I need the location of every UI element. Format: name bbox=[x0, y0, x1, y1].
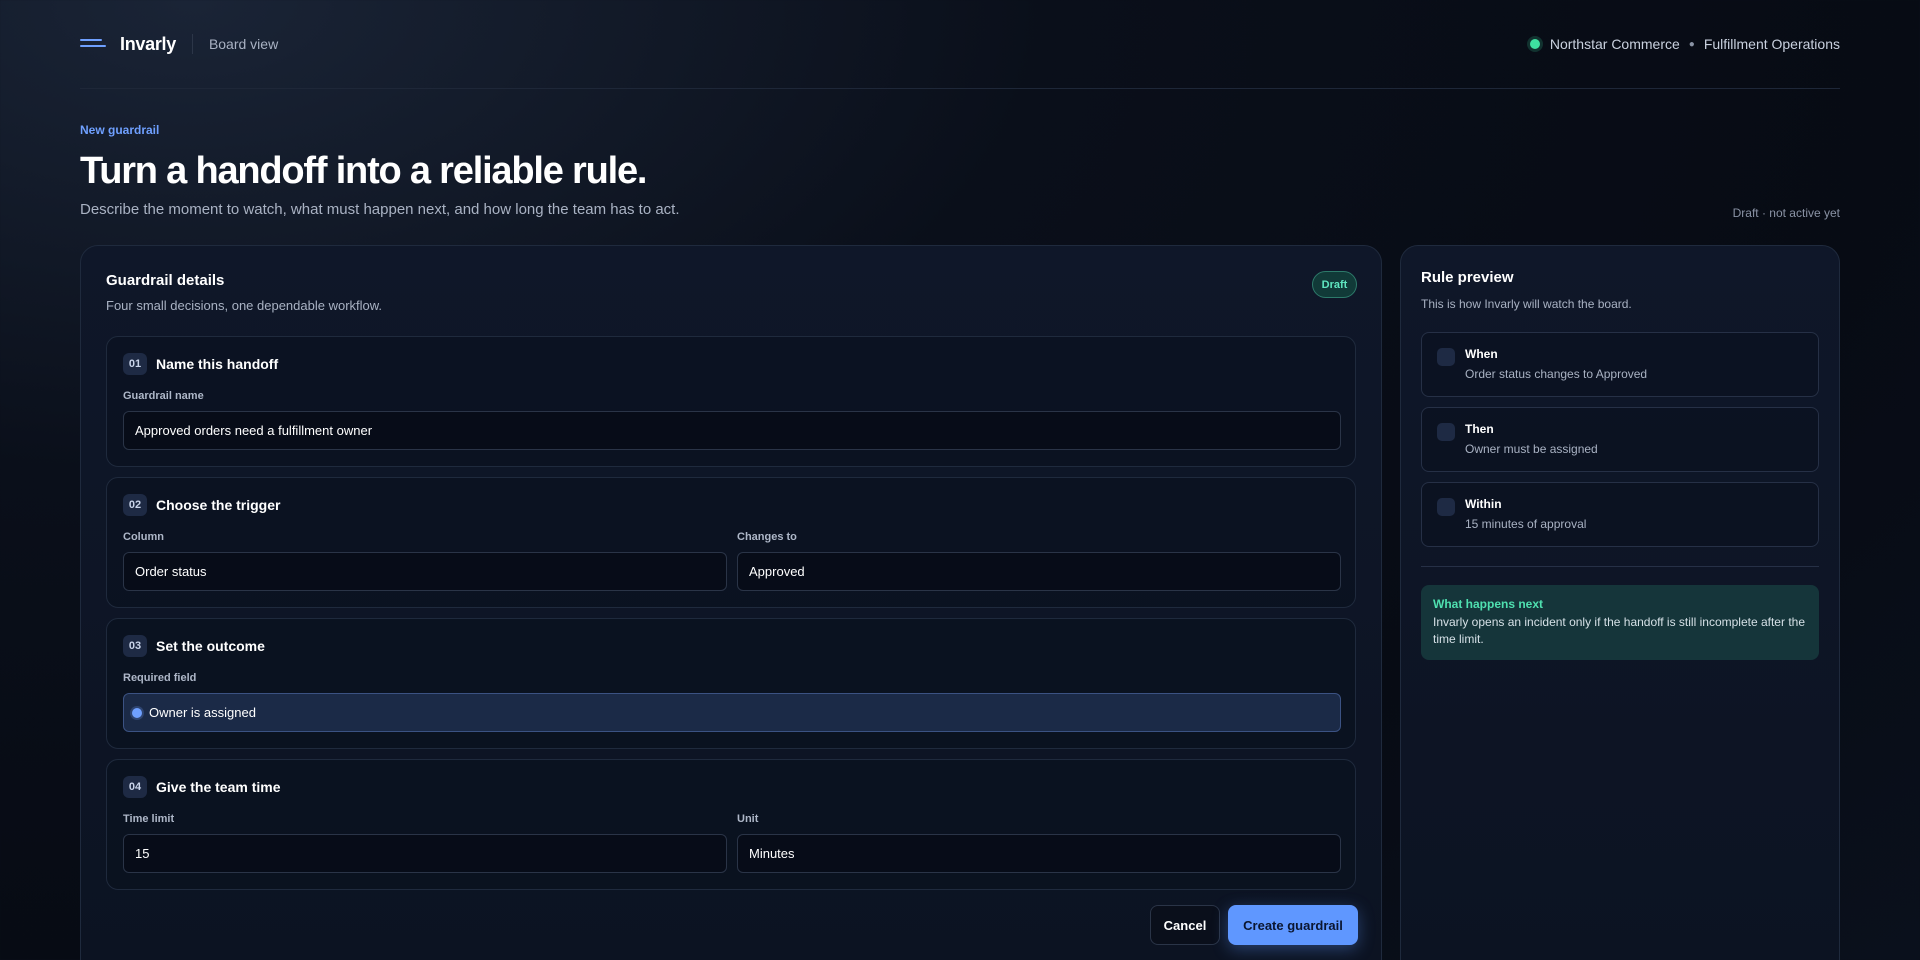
section-set-outcome: 03 Set the outcome Required field Owner … bbox=[106, 618, 1356, 749]
create-guardrail-button[interactable]: Create guardrail bbox=[1228, 905, 1358, 945]
workspace-switcher[interactable]: Northstar Commerce ● Fulfillment Operati… bbox=[1529, 36, 1840, 52]
required-field-label: Required field bbox=[123, 672, 197, 684]
preview-item-within: Within 15 minutes of approval bbox=[1421, 482, 1819, 547]
section-name-handoff: 01 Name this handoff Guardrail name Appr… bbox=[106, 336, 1356, 467]
preview-divider bbox=[1421, 566, 1819, 567]
cancel-button[interactable]: Cancel bbox=[1150, 905, 1220, 945]
section-title: Choose the trigger bbox=[156, 497, 281, 513]
required-field-option-label: Owner is assigned bbox=[149, 705, 256, 720]
workspace-name: Northstar Commerce bbox=[1549, 36, 1680, 52]
section-choose-trigger: 02 Choose the trigger Column Order statu… bbox=[106, 477, 1356, 608]
draft-status-note: Draft · not active yet bbox=[1732, 206, 1840, 220]
guardrail-name-label: Guardrail name bbox=[123, 390, 204, 402]
brand-divider bbox=[191, 34, 193, 54]
when-icon bbox=[1437, 348, 1455, 366]
preview-item-value: Order status changes to Approved bbox=[1465, 367, 1648, 381]
page-eyebrow: New guardrail bbox=[80, 123, 160, 137]
preview-item-when: When Order status changes to Approved bbox=[1421, 332, 1819, 397]
preview-item-value: 15 minutes of approval bbox=[1465, 517, 1587, 531]
separator-dot-icon: ● bbox=[1688, 38, 1695, 50]
column-label: Column bbox=[123, 531, 164, 543]
step-number: 02 bbox=[123, 494, 147, 516]
within-icon bbox=[1437, 498, 1455, 516]
view-label[interactable]: Board view bbox=[209, 36, 278, 52]
section-title: Set the outcome bbox=[156, 638, 265, 654]
top-bar: Invarly Board view Northstar Commerce ● … bbox=[80, 0, 1840, 89]
then-icon bbox=[1437, 423, 1455, 441]
preview-item-value: Owner must be assigned bbox=[1465, 442, 1598, 456]
what-happens-next-callout: What happens next Invarly opens an incid… bbox=[1421, 585, 1819, 660]
section-team-time: 04 Give the team time Time limit 15 Unit… bbox=[106, 759, 1356, 890]
time-limit-label: Time limit bbox=[123, 813, 175, 825]
step-number: 01 bbox=[123, 353, 147, 375]
preview-title: Rule preview bbox=[1421, 269, 1514, 286]
callout-title: What happens next bbox=[1433, 597, 1544, 611]
card-title: Guardrail details bbox=[106, 272, 225, 289]
page-subtitle: Describe the moment to watch, what must … bbox=[80, 201, 680, 218]
changes-to-label: Changes to bbox=[737, 531, 797, 543]
status-dot-icon bbox=[1529, 39, 1540, 49]
step-number: 03 bbox=[123, 635, 147, 657]
changes-to-select[interactable]: Approved bbox=[737, 552, 1341, 591]
preview-item-then: Then Owner must be assigned bbox=[1421, 407, 1819, 472]
unit-select[interactable]: Minutes bbox=[737, 834, 1341, 873]
card-subtitle: Four small decisions, one dependable wor… bbox=[106, 298, 383, 313]
preview-item-label: When bbox=[1465, 347, 1498, 361]
preview-subtitle: This is how Invarly will watch the board… bbox=[1421, 297, 1632, 311]
section-title: Give the team time bbox=[156, 779, 281, 795]
time-limit-input[interactable]: 15 bbox=[123, 834, 727, 873]
required-field-option[interactable]: Owner is assigned bbox=[123, 693, 1341, 732]
preview-item-label: Within bbox=[1465, 497, 1502, 511]
rule-preview-panel: Rule preview This is how Invarly will wa… bbox=[1400, 245, 1840, 960]
brand-name: Invarly bbox=[120, 33, 176, 54]
unit-label: Unit bbox=[737, 813, 759, 825]
logo-icon bbox=[80, 37, 106, 51]
column-select[interactable]: Order status bbox=[123, 552, 727, 591]
callout-text: Invarly opens an incident only if the ha… bbox=[1433, 615, 1805, 646]
radio-selected-icon bbox=[132, 707, 142, 718]
status-badge: Draft bbox=[1312, 271, 1357, 298]
guardrail-details-card: Guardrail details Four small decisions, … bbox=[80, 245, 1382, 960]
preview-item-label: Then bbox=[1465, 422, 1494, 436]
step-number: 04 bbox=[123, 776, 147, 798]
section-title: Name this handoff bbox=[156, 356, 279, 372]
brand[interactable]: Invarly Board view bbox=[80, 34, 278, 55]
guardrail-name-input[interactable]: Approved orders need a fulfillment owner bbox=[123, 411, 1341, 450]
team-name: Fulfillment Operations bbox=[1703, 36, 1840, 52]
page-title: Turn a handoff into a reliable rule. bbox=[80, 150, 647, 192]
